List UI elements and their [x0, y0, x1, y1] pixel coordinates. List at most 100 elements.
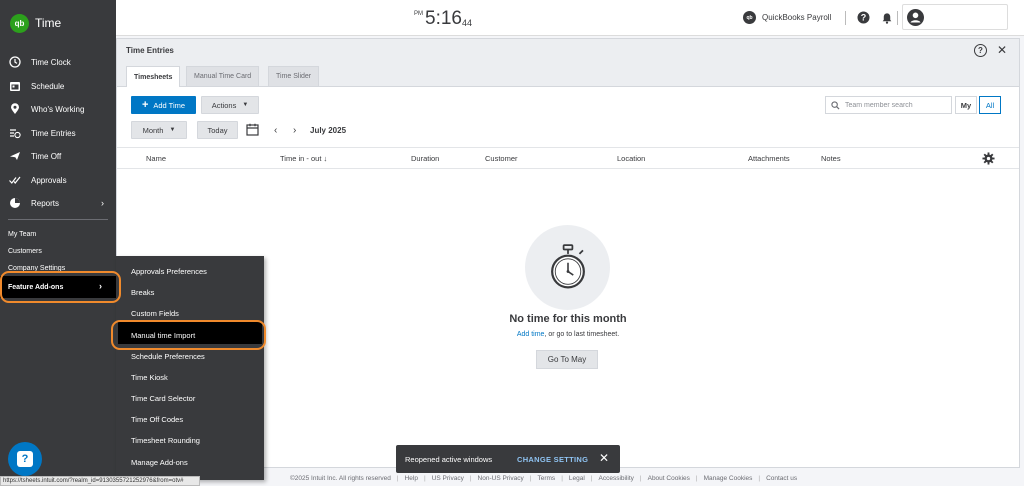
menu-item-approvals-preferences[interactable]: Approvals Preferences — [131, 267, 207, 276]
menu-item-breaks[interactable]: Breaks — [131, 288, 154, 297]
sidebar: qb Time Time Clock Schedule Who's Workin… — [0, 0, 116, 486]
sidebar-item-label: Reports — [31, 198, 60, 208]
time-entries-icon — [8, 126, 22, 140]
footer-link-accessibility[interactable]: Accessibility — [599, 475, 634, 482]
current-time: PM 5:16 44 — [414, 8, 472, 30]
chevron-right-icon: › — [101, 198, 104, 208]
airplane-icon — [8, 149, 22, 163]
toast-message: Reopened active windows — [405, 455, 493, 464]
team-member-search[interactable] — [825, 96, 952, 114]
footer-link-non-us-privacy[interactable]: Non-US Privacy — [478, 475, 524, 482]
close-icon[interactable]: ✕ — [997, 43, 1007, 57]
chevron-left-icon[interactable]: ‹ — [274, 125, 277, 136]
column-header-notes[interactable]: Notes — [821, 154, 841, 163]
menu-item-timesheet-rounding[interactable]: Timesheet Rounding — [131, 436, 200, 445]
tab-bar: Timesheets Manual Time Card Time Slider — [117, 63, 1019, 87]
tab-timesheets[interactable]: Timesheets — [126, 66, 181, 87]
footer-link-us-privacy[interactable]: US Privacy — [432, 475, 464, 482]
footer-link-terms[interactable]: Terms — [537, 475, 555, 482]
column-header-duration[interactable]: Duration — [411, 154, 439, 163]
column-header-name[interactable]: Name — [146, 154, 166, 163]
add-time-link[interactable]: Add time — [517, 331, 545, 338]
close-icon[interactable]: ✕ — [599, 451, 609, 465]
header-divider — [897, 11, 898, 25]
sidebar-item-time-clock[interactable]: Time Clock — [0, 51, 116, 73]
checkmarks-icon — [8, 173, 22, 187]
notification-toast: Reopened active windows CHANGE SETTING ✕ — [396, 445, 620, 473]
quickbooks-payroll-link[interactable]: qb QuickBooks Payroll — [743, 11, 831, 24]
menu-item-time-off-codes[interactable]: Time Off Codes — [131, 415, 183, 424]
clock-time: 5:16 — [425, 8, 462, 29]
app-brand[interactable]: qb Time — [10, 13, 61, 33]
tab-manual-time-card[interactable]: Manual Time Card — [186, 66, 260, 86]
plus-icon: + — [141, 98, 149, 111]
empty-state-text: , or go to last timesheet. — [544, 331, 620, 338]
chevron-right-icon[interactable]: › — [293, 125, 296, 136]
column-header-location[interactable]: Location — [617, 154, 645, 163]
search-input[interactable] — [845, 101, 945, 109]
pie-chart-icon — [8, 196, 22, 210]
sidebar-item-time-entries[interactable]: Time Entries — [0, 122, 116, 144]
footer-link-contact-us[interactable]: Contact us — [766, 475, 797, 482]
column-header-time-in-out[interactable]: Time in - out ↓ — [280, 154, 327, 163]
sidebar-item-reports[interactable]: Reports › — [0, 192, 116, 214]
menu-item-custom-fields[interactable]: Custom Fields — [131, 309, 179, 318]
help-chat-button[interactable]: ? — [8, 442, 42, 476]
go-to-may-button[interactable]: Go To May — [536, 350, 598, 369]
help-icon[interactable]: ? — [857, 11, 870, 24]
help-icon[interactable]: ? — [974, 44, 987, 57]
actions-dropdown[interactable]: Actions ▼ — [201, 96, 259, 114]
annotation-highlight-manual-time-import — [111, 320, 266, 350]
menu-item-manage-addons[interactable]: Manage Add-ons — [131, 458, 188, 467]
user-menu[interactable] — [902, 4, 1008, 30]
sidebar-item-my-team[interactable]: My Team — [8, 231, 36, 238]
sidebar-item-customers[interactable]: Customers — [8, 248, 42, 255]
menu-item-time-card-selector[interactable]: Time Card Selector — [131, 394, 195, 403]
clock-ampm: PM — [414, 11, 423, 17]
sidebar-item-approvals[interactable]: Approvals — [0, 169, 116, 191]
quickbooks-logo: qb — [10, 13, 29, 33]
svg-text:?: ? — [861, 13, 867, 23]
arrow-down-icon: ↓ — [323, 154, 328, 163]
bell-icon[interactable] — [880, 11, 893, 24]
add-time-button[interactable]: + Add Time — [131, 96, 196, 114]
gear-icon[interactable] — [982, 152, 995, 165]
change-setting-button[interactable]: CHANGE SETTING — [517, 455, 588, 464]
table-header: Name Time in - out ↓ Duration Customer L… — [117, 147, 1019, 169]
sidebar-item-whos-working[interactable]: Who's Working — [0, 98, 116, 120]
caret-down-icon: ▼ — [242, 102, 249, 108]
payroll-label: QuickBooks Payroll — [762, 13, 832, 22]
calendar-icon — [8, 79, 22, 93]
footer-link-help[interactable]: Help — [405, 475, 418, 482]
feature-addons-menu: Approvals Preferences Breaks Custom Fiel… — [116, 256, 264, 480]
column-header-customer[interactable]: Customer — [485, 154, 518, 163]
column-header-attachments[interactable]: Attachments — [748, 154, 790, 163]
clock-icon — [8, 55, 22, 69]
today-button[interactable]: Today — [197, 121, 238, 139]
period-label: Month — [142, 125, 164, 135]
footer-link-manage-cookies[interactable]: Manage Cookies — [704, 475, 753, 482]
filter-all-button[interactable]: All — [979, 96, 1001, 114]
add-time-label: Add Time — [153, 100, 186, 110]
sidebar-item-time-off[interactable]: Time Off — [0, 145, 116, 167]
sidebar-item-label: Approvals — [31, 175, 67, 185]
footer-link-about-cookies[interactable]: About Cookies — [648, 475, 690, 482]
clock-seconds: 44 — [461, 18, 472, 28]
period-dropdown[interactable]: Month ▼ — [131, 121, 187, 139]
sidebar-item-schedule[interactable]: Schedule — [0, 75, 116, 97]
menu-item-time-kiosk[interactable]: Time Kiosk — [131, 373, 168, 382]
empty-state-illustration — [525, 225, 610, 310]
menu-item-schedule-preferences[interactable]: Schedule Preferences — [131, 352, 205, 361]
sidebar-item-label: Time Entries — [31, 128, 76, 138]
footer: ©2025 Intuit Inc. All rights reserved | H… — [290, 475, 798, 482]
search-icon — [831, 100, 840, 110]
filter-my-button[interactable]: My — [955, 96, 977, 114]
top-bar: PM 5:16 44 qb QuickBooks Payroll ? — [116, 0, 1024, 36]
annotation-highlight-feature-addons — [0, 271, 121, 303]
calendar-icon[interactable] — [246, 123, 259, 136]
caret-down-icon: ▼ — [169, 127, 176, 133]
tab-time-slider[interactable]: Time Slider — [268, 66, 320, 86]
panel-title: Time Entries — [126, 46, 174, 55]
footer-link-legal[interactable]: Legal — [569, 475, 585, 482]
sidebar-divider — [8, 219, 108, 220]
